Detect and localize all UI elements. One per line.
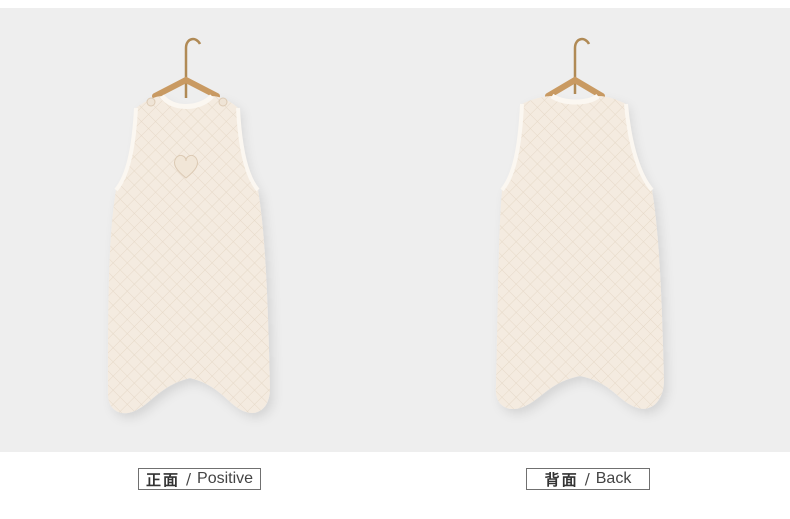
button-icon: [146, 97, 156, 107]
back-label-separator: /: [584, 470, 590, 488]
back-label-cn: 背面: [544, 470, 579, 489]
sleeping-bag-back: [495, 37, 664, 410]
front-view-label: 正面 / Positive: [138, 468, 261, 490]
back-view-label: 背面 / Back: [526, 468, 650, 490]
front-label-separator: /: [185, 470, 192, 488]
back-label-en: Back: [595, 470, 632, 487]
product-photo-area: [0, 8, 790, 452]
product-photo: [108, 37, 664, 414]
sleeping-bag-front: [108, 37, 270, 414]
front-label-en: Positive: [197, 470, 254, 487]
front-label-cn: 正面: [145, 470, 180, 489]
button-icon: [218, 97, 228, 107]
